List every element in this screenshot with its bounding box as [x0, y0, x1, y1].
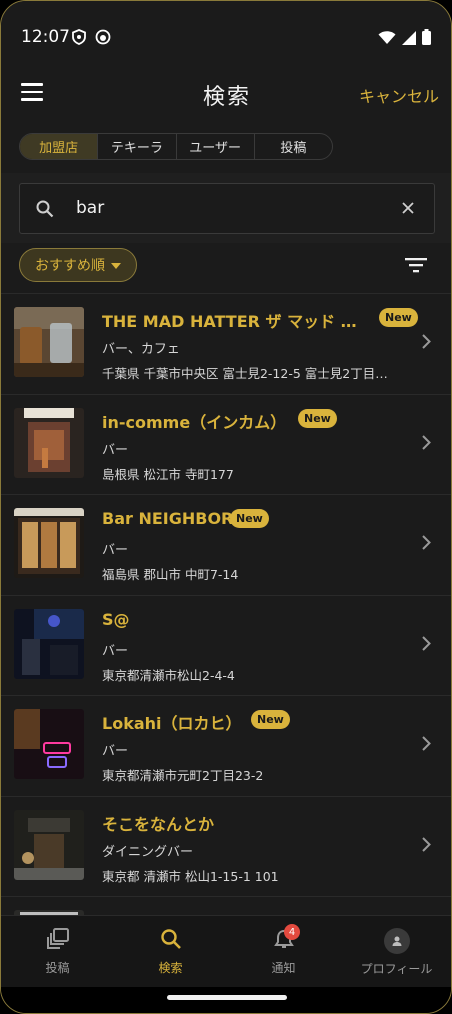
notification-count-badge: 4	[284, 924, 300, 940]
store-address: 福島県 郡山市 中町7-14	[102, 567, 239, 582]
status-bar: 12:07	[1, 1, 451, 71]
new-badge: New	[230, 509, 269, 528]
store-name: S@	[102, 609, 130, 629]
gesture-bar	[1, 987, 451, 1013]
cancel-button[interactable]: キャンセル	[359, 83, 439, 107]
home-indicator[interactable]	[167, 995, 287, 1000]
list-item[interactable]: そこをなんとか ダイニングバー 東京都 清瀬市 松山1-15-1 101	[1, 795, 451, 896]
store-category: バー	[102, 643, 129, 659]
store-address: 東京都清瀬市松山2-4-4	[102, 667, 235, 683]
status-icons-left	[71, 29, 111, 49]
nav-notifications[interactable]: 4 通知	[227, 916, 340, 987]
store-name: THE MAD HATTER ザ マッド …	[102, 312, 357, 331]
new-badge: New	[298, 408, 337, 428]
caret-down-icon	[111, 257, 121, 273]
nav-posts[interactable]: 投稿	[1, 916, 114, 987]
filter-icon[interactable]	[405, 257, 427, 277]
status-icons-right	[378, 29, 431, 49]
store-category: バー	[102, 442, 129, 458]
sort-dropdown[interactable]: おすすめ順	[19, 248, 137, 282]
store-thumbnail	[14, 407, 84, 478]
store-address: 島根県 松江市 寺町177	[102, 466, 234, 482]
store-category: バー、カフェ	[102, 342, 180, 357]
nav-profile[interactable]: プロフィール	[340, 916, 451, 987]
store-address: 東京都清瀬市元町2丁目23-2	[102, 768, 264, 783]
nav-posts-label: 投稿	[45, 961, 70, 975]
chevron-right-icon	[422, 535, 431, 554]
chevron-right-icon	[422, 434, 431, 454]
chevron-right-icon	[422, 736, 431, 755]
list-item[interactable]: Lokahi（ロカヒ） New バー 東京都清瀬市元町2丁目23-2	[1, 695, 451, 796]
avatar	[383, 928, 410, 954]
signal-icon	[402, 30, 416, 49]
nav-search[interactable]: 検索	[114, 916, 227, 987]
store-category: バー	[102, 543, 129, 558]
shield-icon	[71, 29, 87, 49]
posts-stack-icon	[46, 928, 70, 953]
store-thumbnail	[14, 307, 84, 377]
app-header: 検索 キャンセル	[1, 71, 451, 123]
phone-screen: 12:07 検索 キャンセル 加盟店 テキーラ ユーザー 投稿 bar おすすめ…	[0, 0, 452, 1014]
search-area: bar	[1, 173, 451, 243]
store-name: Bar NEIGHBOR	[102, 509, 234, 528]
tab-users[interactable]: ユーザー	[177, 134, 255, 159]
search-category-tabs: 加盟店 テキーラ ユーザー 投稿	[19, 133, 333, 160]
search-icon	[36, 200, 54, 222]
app-notification-icon	[95, 29, 111, 49]
wifi-icon	[378, 30, 396, 49]
store-name: そこをなんとか	[102, 814, 215, 834]
battery-icon	[422, 29, 431, 49]
list-item[interactable]: S@ バー 東京都清瀬市松山2-4-4	[1, 594, 451, 695]
clear-icon[interactable]	[400, 200, 416, 220]
store-thumbnail	[14, 809, 84, 880]
store-address: 東京都 清瀬市 松山1-15-1 101	[102, 868, 279, 884]
tab-member-stores[interactable]: 加盟店	[20, 134, 99, 159]
store-thumbnail	[14, 709, 84, 779]
search-icon	[160, 928, 182, 953]
nav-profile-label: プロフィール	[360, 962, 433, 976]
list-item[interactable]: THE MAD HATTER ザ マッド … New バー、カフェ 千葉県 千葉…	[1, 293, 451, 394]
store-name: Lokahi（ロカヒ）	[102, 714, 242, 733]
new-badge: New	[379, 308, 418, 327]
nav-notifications-label: 通知	[271, 961, 296, 975]
chevron-right-icon	[422, 836, 431, 856]
search-query: bar	[76, 198, 105, 218]
tab-posts[interactable]: 投稿	[255, 134, 332, 159]
results-list: THE MAD HATTER ザ マッド … New バー、カフェ 千葉県 千葉…	[1, 293, 451, 997]
tab-tequila[interactable]: テキーラ	[98, 134, 177, 159]
store-category: ダイニングバー	[102, 844, 194, 860]
nav-search-label: 検索	[158, 961, 183, 975]
store-thumbnail	[14, 608, 84, 679]
store-thumbnail	[14, 508, 84, 578]
store-category: バー	[102, 744, 129, 759]
sort-label: おすすめ順	[35, 258, 105, 274]
list-item[interactable]: Bar NEIGHBOR New バー 福島県 郡山市 中町7-14	[1, 494, 451, 595]
list-item[interactable]: in-comme（インカム） New バー 島根県 松江市 寺町177	[1, 393, 451, 494]
new-badge: New	[251, 710, 290, 729]
chevron-right-icon	[422, 334, 431, 353]
chevron-right-icon	[422, 635, 431, 655]
bottom-navigation: 投稿 検索 4 通知 プロフィール	[1, 915, 451, 987]
store-address: 千葉県 千葉市中央区 富士見2-12-5 富士見2丁目…	[102, 366, 388, 381]
search-input[interactable]: bar	[19, 183, 435, 234]
status-time: 12:07	[21, 27, 70, 47]
store-name: in-comme（インカム）	[102, 412, 287, 432]
